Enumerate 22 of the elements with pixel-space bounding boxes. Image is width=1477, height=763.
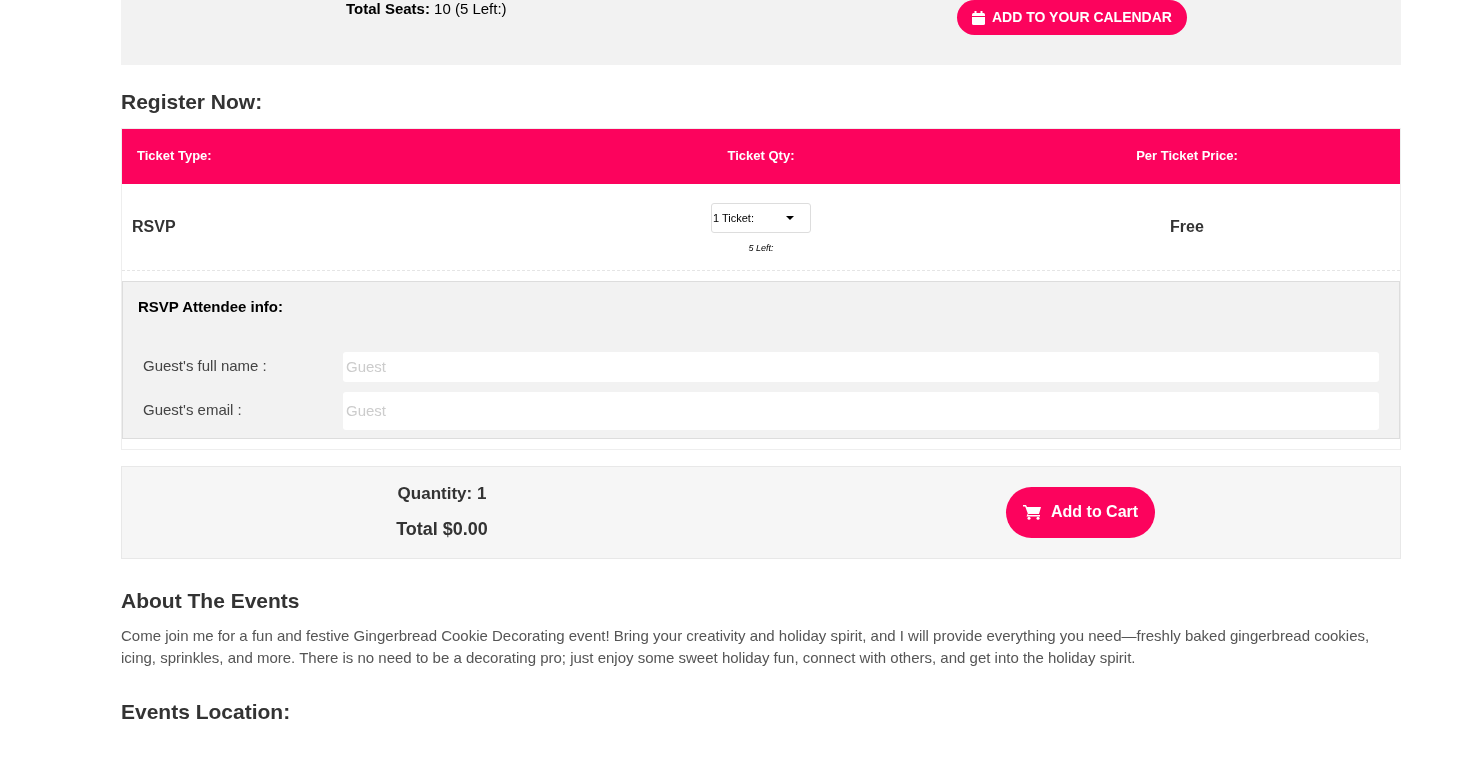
- column-header: Per Ticket Price:: [1135, 147, 1239, 166]
- section-heading: About The Events: [121, 587, 301, 614]
- about-paragraph: Come join me for a fun and festive Gingerbread Cookie Decorating event! Bring your creativity and holiday spirit, and I will provide everything you need—freshly baked gingerbread cookies, icing, sprinkles, and more. There is no need to be a decorating pro; just enjoy some sweet holiday fun, connect with others, and get into the holiday spirit.: [121, 626, 1371, 668]
- add-to-cart-button[interactable]: Add to Cart: [1006, 486, 1156, 538]
- ticket-type: RSVP: [131, 216, 177, 237]
- ticket-quantity-dropdown[interactable]: 1 Ticket:: [711, 203, 811, 234]
- section-heading: Events Location:: [121, 699, 292, 725]
- field-label: Guest's full name :: [143, 356, 268, 377]
- field-label: Guest's email :: [143, 400, 243, 421]
- add-to-calendar-button[interactable]: ADD TO YOUR CALENDAR: [957, 0, 1187, 35]
- cart-icon: [1023, 504, 1041, 520]
- quantity-text: Quantity: 1: [397, 482, 487, 505]
- ticket-price: Free: [1169, 216, 1205, 237]
- section-heading: Register Now:: [121, 89, 264, 115]
- seats-text: Total Seats: 10 (5 Left:): [346, 0, 507, 17]
- column-header: Ticket Type:: [136, 147, 213, 166]
- caret-icon: [786, 216, 794, 221]
- column-header: Ticket Qty:: [726, 147, 796, 166]
- attendee-heading: RSVP Attendee info:: [137, 296, 284, 317]
- calendar-icon: [972, 10, 985, 25]
- seats-left-text: 5 Left:: [748, 242, 774, 256]
- total-text: Total $0.00: [396, 518, 488, 542]
